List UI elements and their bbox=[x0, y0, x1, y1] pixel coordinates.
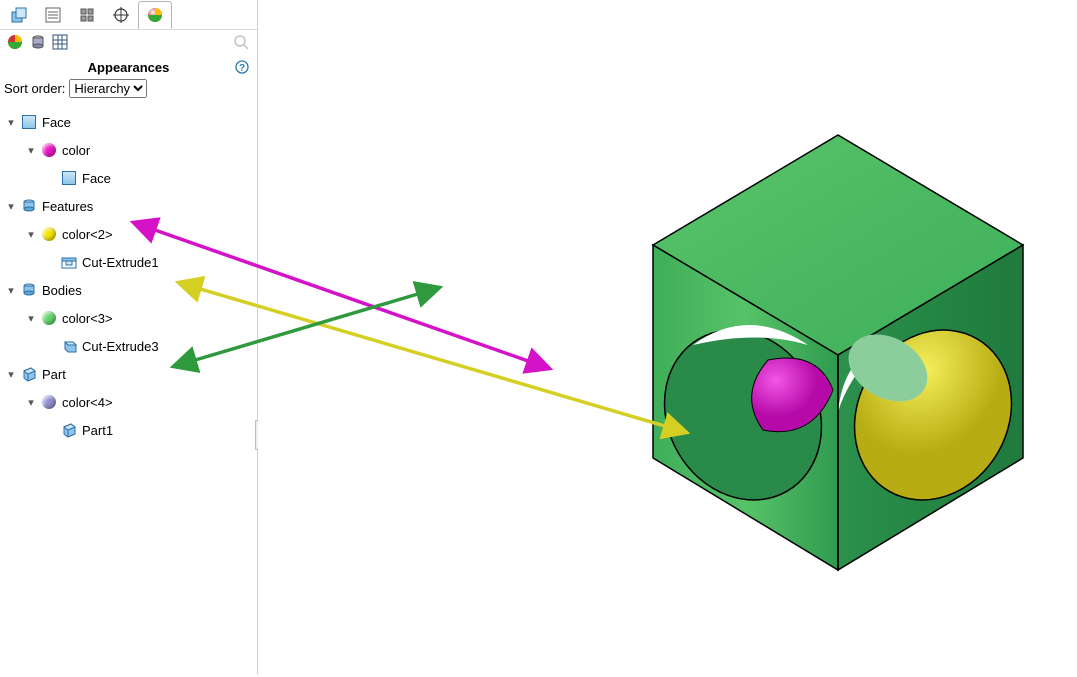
decal-subtab[interactable] bbox=[52, 34, 68, 53]
tree-item-face[interactable]: Face bbox=[4, 164, 257, 192]
config-icon bbox=[78, 6, 96, 24]
tree-color-features[interactable]: ▾ color<2> bbox=[4, 220, 257, 248]
tab-dimxpert[interactable] bbox=[104, 1, 138, 29]
chevron-down-icon: ▾ bbox=[24, 228, 38, 241]
tree-label: Part bbox=[42, 367, 66, 382]
tab-assembly[interactable] bbox=[2, 1, 36, 29]
tree-label: color<4> bbox=[62, 395, 113, 410]
sort-select[interactable]: Hierarchy bbox=[69, 79, 147, 98]
model-view bbox=[258, 0, 1077, 674]
sphere-rgb-icon bbox=[6, 33, 24, 51]
cylinder-icon bbox=[30, 34, 46, 50]
panel-tabs bbox=[0, 0, 257, 30]
svg-text:?: ? bbox=[239, 63, 245, 74]
chevron-down-icon: ▾ bbox=[4, 368, 18, 381]
appearance-tree: ▾ Face ▾ color Face ▾ Features ▾ bbox=[0, 104, 257, 444]
tree-item-part1[interactable]: Part1 bbox=[4, 416, 257, 444]
tree-label: Part1 bbox=[82, 423, 113, 438]
scene-subtab[interactable] bbox=[30, 34, 46, 53]
help-icon[interactable]: ? bbox=[235, 60, 249, 77]
cut-extrude-icon bbox=[60, 253, 78, 271]
tree-label: Features bbox=[42, 199, 93, 214]
chevron-down-icon: ▾ bbox=[24, 396, 38, 409]
solid-body-icon bbox=[60, 337, 78, 355]
tree-label: color<2> bbox=[62, 227, 113, 242]
properties-icon bbox=[44, 6, 62, 24]
color-swatch-icon bbox=[40, 141, 58, 159]
features-group-icon bbox=[20, 197, 38, 215]
chevron-down-icon: ▾ bbox=[4, 116, 18, 129]
appearance-subtab[interactable] bbox=[6, 33, 24, 54]
tree-label: Bodies bbox=[42, 283, 82, 298]
face-group-icon bbox=[20, 113, 38, 131]
chevron-down-icon: ▾ bbox=[24, 312, 38, 325]
chevron-down-icon: ▾ bbox=[24, 144, 38, 157]
tree-color-bodies[interactable]: ▾ color<3> bbox=[4, 304, 257, 332]
tree-color-face[interactable]: ▾ color bbox=[4, 136, 257, 164]
tree-label: Cut-Extrude3 bbox=[82, 339, 159, 354]
tree-label: Cut-Extrude1 bbox=[82, 255, 159, 270]
appearance-panel: Appearances ? Sort order: Hierarchy ▾ Fa… bbox=[0, 0, 258, 674]
sort-row: Sort order: Hierarchy bbox=[0, 77, 257, 104]
bodies-group-icon bbox=[20, 281, 38, 299]
chevron-down-icon: ▾ bbox=[4, 200, 18, 213]
tree-label: color bbox=[62, 143, 90, 158]
tree-color-part[interactable]: ▾ color<4> bbox=[4, 388, 257, 416]
sphere-rgb-icon bbox=[146, 6, 164, 24]
grid-icon bbox=[52, 34, 68, 50]
face-icon bbox=[60, 169, 78, 187]
tab-appearance[interactable] bbox=[138, 1, 172, 29]
tab-config[interactable] bbox=[70, 1, 104, 29]
target-icon bbox=[112, 6, 130, 24]
panel-title: Appearances ? bbox=[0, 56, 257, 77]
chevron-down-icon: ▾ bbox=[4, 284, 18, 297]
tree-group-bodies[interactable]: ▾ Bodies bbox=[4, 276, 257, 304]
tree-label: Face bbox=[82, 171, 111, 186]
color-swatch-icon bbox=[40, 225, 58, 243]
assembly-icon bbox=[10, 6, 28, 24]
tree-group-part[interactable]: ▾ Part bbox=[4, 360, 257, 388]
tree-group-face[interactable]: ▾ Face bbox=[4, 108, 257, 136]
graphics-viewport[interactable] bbox=[258, 0, 1077, 674]
tree-group-features[interactable]: ▾ Features bbox=[4, 192, 257, 220]
part-group-icon bbox=[20, 365, 38, 383]
tree-item-cut3[interactable]: Cut-Extrude3 bbox=[4, 332, 257, 360]
part-icon bbox=[60, 421, 78, 439]
tree-label: color<3> bbox=[62, 311, 113, 326]
search-icon[interactable] bbox=[233, 34, 249, 53]
color-swatch-icon bbox=[40, 309, 58, 327]
panel-toolbar bbox=[0, 30, 257, 56]
sort-label: Sort order: bbox=[4, 81, 65, 96]
color-swatch-icon bbox=[40, 393, 58, 411]
tree-label: Face bbox=[42, 115, 71, 130]
tree-item-cut1[interactable]: Cut-Extrude1 bbox=[4, 248, 257, 276]
tab-properties[interactable] bbox=[36, 1, 70, 29]
panel-title-text: Appearances bbox=[88, 60, 170, 75]
